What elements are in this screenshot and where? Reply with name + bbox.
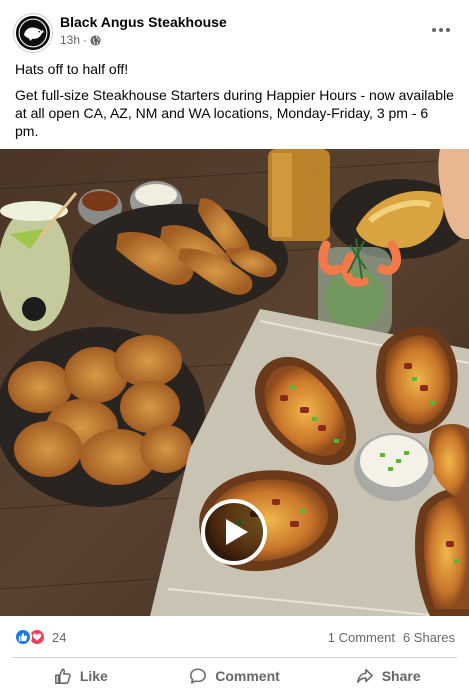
globe-icon: [90, 34, 101, 46]
more-dot: [446, 28, 450, 32]
post-timestamp[interactable]: 13h: [60, 33, 80, 47]
reactions-summary[interactable]: 24: [14, 628, 66, 646]
post-meta: 13h ·: [60, 33, 101, 47]
play-triangle: [225, 519, 248, 545]
meta-separator: ·: [83, 33, 88, 47]
like-icon: [54, 668, 71, 684]
facebook-post: Black Angus Steakhouse 13h · Hats off to…: [0, 0, 469, 694]
action-bar: Like Comment Share: [4, 660, 465, 692]
page-avatar[interactable]: [14, 14, 52, 52]
post-stats: 24 1 Comment 6 Shares: [14, 624, 455, 650]
comment-icon: [190, 668, 207, 684]
share-button[interactable]: Share: [311, 660, 465, 692]
post-header: Black Angus Steakhouse 13h ·: [12, 12, 457, 56]
action-divider: [12, 657, 457, 658]
reaction-count: 24: [52, 629, 67, 645]
more-dot: [439, 28, 443, 32]
more-options-icon[interactable]: [427, 18, 455, 42]
share-count[interactable]: 6 Shares: [403, 630, 455, 645]
play-icon[interactable]: [201, 499, 267, 565]
like-icon: [14, 628, 32, 646]
like-button[interactable]: Like: [4, 660, 158, 692]
share-icon: [356, 668, 373, 684]
post-video[interactable]: [0, 149, 469, 616]
comment-count[interactable]: 1 Comment: [328, 630, 395, 645]
post-headline: Hats off to half off!: [15, 61, 129, 77]
heart-glyph: [32, 633, 42, 641]
black-angus-logo: [16, 16, 50, 50]
comment-label: Comment: [215, 668, 280, 684]
more-dot: [432, 28, 436, 32]
thumbs-up-glyph: [18, 632, 28, 642]
share-label: Share: [381, 668, 421, 684]
like-label: Like: [79, 668, 108, 684]
comment-button[interactable]: Comment: [158, 660, 312, 692]
page-name[interactable]: Black Angus Steakhouse: [60, 14, 227, 30]
post-body: Get full-size Steakhouse Starters during…: [15, 87, 454, 139]
engagement-counts: 1 Comment 6 Shares: [328, 630, 455, 645]
